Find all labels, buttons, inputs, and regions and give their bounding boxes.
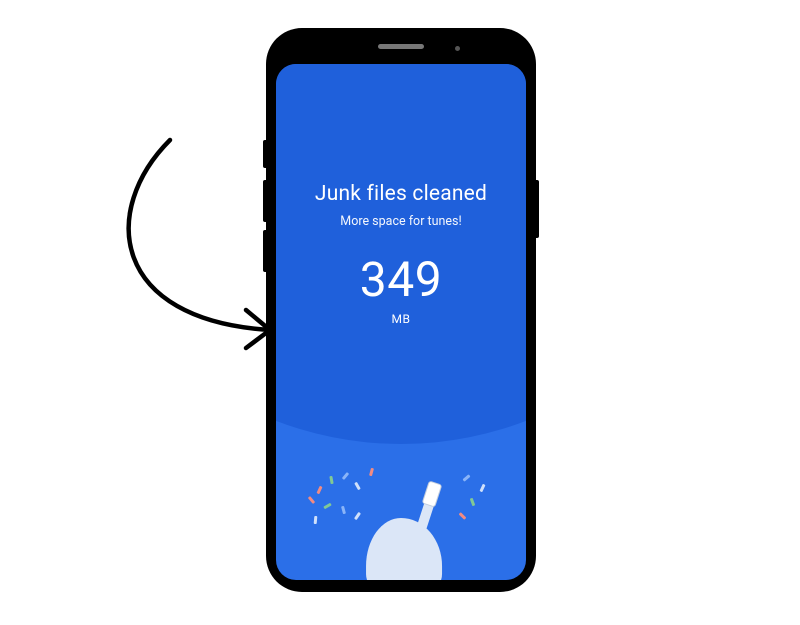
phone-frame: Junk files cleaned More space for tunes!… [268,30,534,590]
result-subtitle: More space for tunes! [276,214,526,229]
confetti-icon [316,486,322,495]
confetti-icon [314,516,318,524]
phone-side-button [263,140,268,168]
confetti-icon [479,484,485,493]
confetti-icon [354,482,361,490]
confetti-icon [470,498,476,507]
phone-volume-down-button [263,230,268,272]
confetti-icon [462,474,470,481]
cleaned-amount-value: 349 [276,251,526,308]
confetti-icon [342,472,349,480]
phone-volume-up-button [263,180,268,222]
celebration-graphic [276,460,526,580]
confetti-icon [308,496,315,504]
mascot-phone-icon [422,480,443,507]
mascot-icon [366,518,442,580]
confetti-icon [354,512,361,520]
phone-power-button [534,180,539,238]
phone-screen: Junk files cleaned More space for tunes!… [276,64,526,580]
confetti-icon [329,476,333,484]
result-title: Junk files cleaned [276,182,526,206]
phone-sensor [455,46,460,51]
phone-speaker [378,44,424,49]
confetti-icon [369,468,374,477]
confetti-icon [459,512,467,520]
cleaned-amount-unit: MB [276,312,526,326]
clean-result-panel: Junk files cleaned More space for tunes!… [276,64,526,326]
confetti-icon [341,506,346,515]
confetti-icon [323,503,331,510]
